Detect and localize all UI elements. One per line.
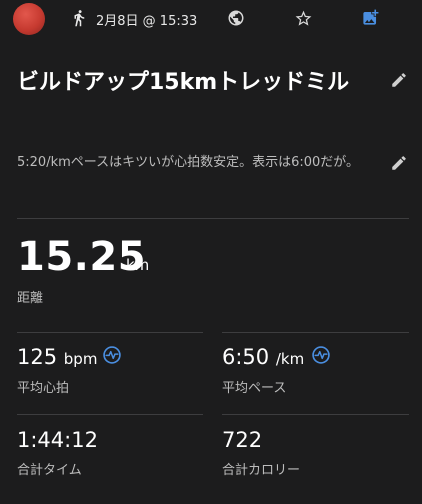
avatar[interactable] (13, 3, 45, 35)
edit-description-icon[interactable] (390, 154, 408, 172)
total-time-value: 1:44:12 (17, 428, 98, 452)
add-photo-icon[interactable] (361, 8, 380, 27)
pace-value: 6:50 /km (222, 345, 304, 369)
total-time-label: 合計タイム (17, 463, 82, 478)
divider (17, 414, 203, 415)
activity-date: 2月8日 @ 15:33 (96, 14, 198, 29)
star-icon[interactable] (294, 9, 313, 28)
heart-rate-number: 125 (17, 345, 58, 369)
globe-icon[interactable] (227, 9, 245, 27)
edit-title-icon[interactable] (390, 71, 408, 89)
pace-unit: /km (275, 350, 305, 368)
distance-unit: km (126, 256, 150, 274)
distance-label: 距離 (17, 291, 44, 306)
run-icon (74, 10, 85, 27)
divider (222, 332, 409, 333)
pace-label: 平均ペース (222, 381, 287, 396)
top-bar: 2月8日 @ 15:33 (0, 0, 422, 40)
heart-rate-chart-icon[interactable] (102, 345, 122, 365)
divider (222, 414, 409, 415)
divider (17, 218, 409, 219)
heart-rate-label: 平均心拍 (17, 381, 70, 396)
heart-rate-value: 125 bpm (17, 345, 97, 369)
activity-title: ビルドアップ15kmトレッドミル (17, 70, 350, 95)
activity-description: 5:20/kmペースはキツいが心拍数安定。表示は6:00だが。 (17, 155, 360, 170)
calories-label: 合計カロリー (222, 463, 301, 478)
pace-number: 6:50 (222, 345, 270, 369)
pace-chart-icon[interactable] (311, 345, 331, 365)
calories-value: 722 (222, 428, 263, 452)
heart-rate-unit: bpm (63, 350, 98, 368)
divider (17, 332, 203, 333)
